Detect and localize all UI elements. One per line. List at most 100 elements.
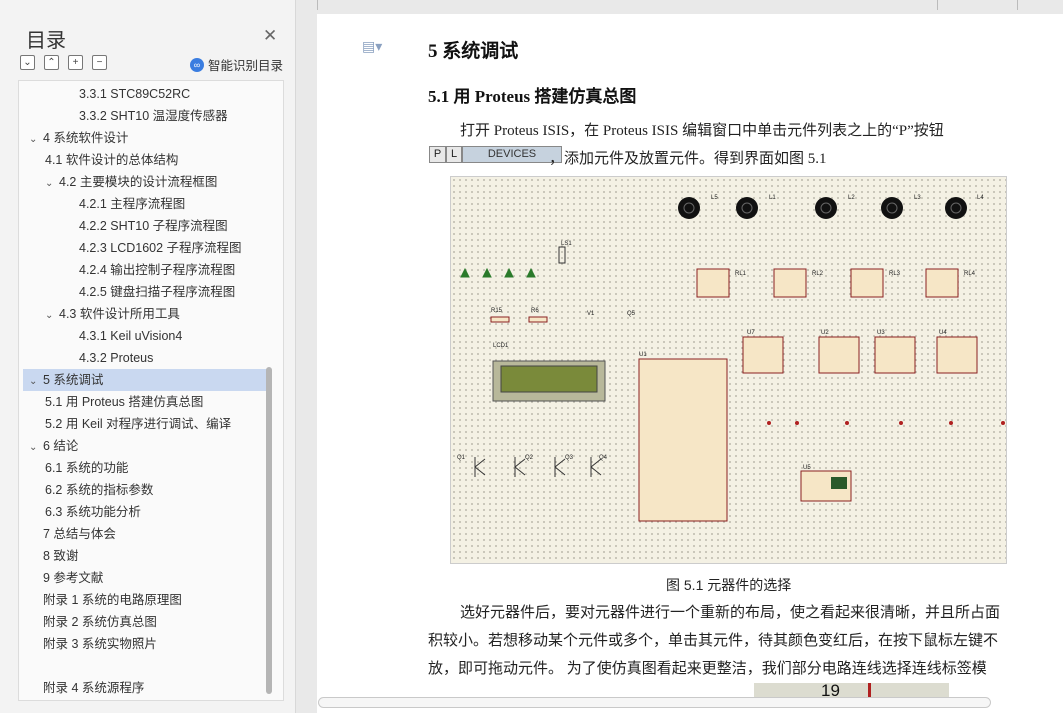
toc-item[interactable]: 7 总结与体会 — [23, 523, 267, 545]
smart-icon: ∞ — [190, 57, 204, 72]
pl-devices-widget: P L DEVICES — [429, 146, 562, 163]
svg-text:L1: L1 — [769, 195, 776, 201]
toc-item-label: 4.1 软件设计的总体结构 — [45, 153, 179, 167]
toc-item-label: 6.1 系统的功能 — [45, 461, 129, 475]
toc-item-label: 4.2.3 LCD1602 子程序流程图 — [79, 241, 242, 255]
horizontal-scrollbar[interactable] — [318, 697, 991, 708]
svg-text:U2: U2 — [821, 330, 829, 336]
chevron-down-icon[interactable]: ⌄ — [45, 305, 59, 327]
paragraph-line: 放，即可拖动元件。 为了使仿真图看起来更整洁，我们部分电路连线选择连线标签模 — [428, 661, 987, 677]
toc-item[interactable]: 4.2.3 LCD1602 子程序流程图 — [23, 237, 267, 259]
smart-toc-label: 智能识别目录 — [208, 59, 284, 73]
toc-item[interactable]: 6.2 系统的指标参数 — [23, 479, 267, 501]
svg-text:LS1: LS1 — [561, 241, 572, 247]
toc-item-label: 7 总结与体会 — [43, 527, 116, 541]
toc-item-label: 附录 4 系统源程序 — [43, 681, 145, 695]
toc-item-label: 4.2.4 输出控制子程序流程图 — [79, 263, 236, 277]
chevron-down-icon[interactable]: ⌄ — [29, 129, 43, 151]
toc-item[interactable]: 4.2.1 主程序流程图 — [23, 193, 267, 215]
toc-item-label: 3.3.2 SHT10 温湿度传感器 — [79, 109, 228, 123]
svg-text:U3: U3 — [877, 330, 885, 336]
section-heading: 5.1 用 Proteus 搭建仿真总图 — [428, 87, 637, 106]
svg-text:Q5: Q5 — [627, 311, 636, 317]
toc-item[interactable]: 6.1 系统的功能 — [23, 457, 267, 479]
toc-item[interactable]: 8 致谢 — [23, 545, 267, 567]
toc-item-label: 5.1 用 Proteus 搭建仿真总图 — [45, 395, 204, 409]
toc-item[interactable]: 附录 3 系统实物照片 — [23, 633, 267, 655]
chevron-down-icon[interactable]: ⌄ — [29, 371, 43, 393]
toc-item-label: 4 系统软件设计 — [43, 131, 129, 145]
paragraph-line: 选好元器件后，要对元器件进行一个重新的布局，使之看起来很清晰，并且所占面 — [460, 605, 1001, 621]
svg-text:U5: U5 — [803, 465, 811, 471]
toc-item[interactable]: 3.3.2 SHT10 温湿度传感器 — [23, 105, 267, 127]
svg-text:L5: L5 — [711, 195, 718, 201]
toc-item[interactable]: 附录 1 系统的电路原理图 — [23, 589, 267, 611]
toc-item-label: 3.3.1 STC89C52RC — [79, 87, 191, 101]
figure-caption: 图 5.1 元器件的选择 — [666, 577, 792, 593]
toc-item-label: 8 致谢 — [43, 549, 79, 563]
svg-text:L3: L3 — [914, 195, 921, 201]
toc-item[interactable]: 3.3.1 STC89C52RC — [23, 83, 267, 105]
smart-toc-button[interactable]: ∞ 智能识别目录 — [190, 55, 283, 74]
toc-item[interactable]: ⌄ 4 系统软件设计 — [23, 127, 267, 149]
toc-item-label: 6.2 系统的指标参数 — [45, 483, 154, 497]
toc-item[interactable]: ⌄ 5 系统调试 — [23, 369, 267, 391]
toc-item[interactable]: 9 参考文献 — [23, 567, 267, 589]
schematic-drawing: L5 L1 L2 L3 L4 LS1 RL1 RL2 RL3 RL4 R15 R… — [457, 195, 1005, 522]
toc-item[interactable]: 6.3 系统功能分析 — [23, 501, 267, 523]
svg-text:V1: V1 — [587, 311, 595, 317]
expand-up-icon[interactable]: ⌃ — [44, 55, 59, 70]
add-icon[interactable]: + — [68, 55, 83, 70]
toc-item-label: 4.3 软件设计所用工具 — [59, 307, 180, 321]
toc-item-label: 4.2 主要模块的设计流程框图 — [59, 175, 218, 189]
toc-sidebar: 目录 ✕ ⌄ ⌃ + − ∞ 智能识别目录 3.3.1 STC89C52RC 3.… — [0, 0, 296, 713]
toc-item-label: 9 参考文献 — [43, 571, 104, 585]
toc-item-label: 5.2 用 Keil 对程序进行调试、编译 — [45, 417, 232, 431]
svg-text:Q4: Q4 — [599, 455, 608, 461]
toc-item[interactable]: ⌄ 6 结论 — [23, 435, 267, 457]
toc-item[interactable]: 5.2 用 Keil 对程序进行调试、编译 — [23, 413, 267, 435]
toc-item[interactable]: 4.2.5 键盘扫描子程序流程图 — [23, 281, 267, 303]
l-button: L — [446, 146, 462, 163]
toc-item[interactable]: 4.2.4 输出控制子程序流程图 — [23, 259, 267, 281]
toc-item[interactable]: 4.1 软件设计的总体结构 — [23, 149, 267, 171]
ruler-strip — [297, 0, 1063, 14]
close-icon[interactable]: ✕ — [263, 26, 277, 46]
svg-text:Q3: Q3 — [565, 455, 574, 461]
toc-item-label: 5 系统调试 — [43, 373, 104, 387]
toc-toolbar: ⌄ ⌃ + − — [20, 55, 107, 70]
toc-item-label: 附录 3 系统实物照片 — [43, 637, 157, 651]
paragraph-line: 积较小。若想移动某个元件或多个，单击其元件，待其颜色变红后，在按下鼠标左键不 — [428, 633, 999, 649]
toc-item-label: 4.2.5 键盘扫描子程序流程图 — [79, 285, 236, 299]
lamp-icon — [678, 197, 967, 219]
toc-item-label: 6 结论 — [43, 439, 79, 453]
chevron-down-icon[interactable]: ⌄ — [29, 437, 43, 459]
collapse-all-icon[interactable]: ⌄ — [20, 55, 35, 70]
toc-item[interactable]: 5.1 用 Proteus 搭建仿真总图 — [23, 391, 267, 413]
svg-text:RL3: RL3 — [889, 271, 901, 277]
svg-text:U7: U7 — [747, 330, 755, 336]
remove-icon[interactable]: − — [92, 55, 107, 70]
toc-item[interactable]: 4.3.2 Proteus — [23, 347, 267, 369]
svg-text:LCD1: LCD1 — [493, 343, 509, 349]
svg-text:RL4: RL4 — [964, 271, 976, 277]
toc-item[interactable]: 4.2.2 SHT10 子程序流程图 — [23, 215, 267, 237]
toc-item[interactable]: 附录 4 系统源程序 — [23, 677, 267, 699]
toc-title: 目录 — [26, 30, 66, 52]
toc-item-label: 4.2.1 主程序流程图 — [79, 197, 186, 211]
p-button: P — [429, 146, 446, 163]
page-options-icon[interactable]: ▤▾ — [362, 38, 382, 55]
toc-item[interactable]: 附录 2 系统仿真总图 — [23, 611, 267, 633]
chevron-down-icon[interactable]: ⌄ — [45, 173, 59, 195]
toc-item[interactable]: 4.3.1 Keil uVision4 — [23, 325, 267, 347]
toc-item-label: 4.2.2 SHT10 子程序流程图 — [79, 219, 228, 233]
svg-text:L2: L2 — [848, 195, 855, 201]
svg-text:L4: L4 — [977, 195, 984, 201]
svg-text:RL2: RL2 — [812, 271, 824, 277]
svg-text:U1: U1 — [639, 352, 647, 358]
toc-item[interactable]: ⌄ 4.2 主要模块的设计流程框图 — [23, 171, 267, 193]
svg-text:R6: R6 — [531, 308, 539, 314]
toc-scrollbar[interactable] — [266, 367, 272, 694]
toc-item[interactable]: ⌄ 4.3 软件设计所用工具 — [23, 303, 267, 325]
toc-item-label: 4.3.2 Proteus — [79, 351, 154, 365]
